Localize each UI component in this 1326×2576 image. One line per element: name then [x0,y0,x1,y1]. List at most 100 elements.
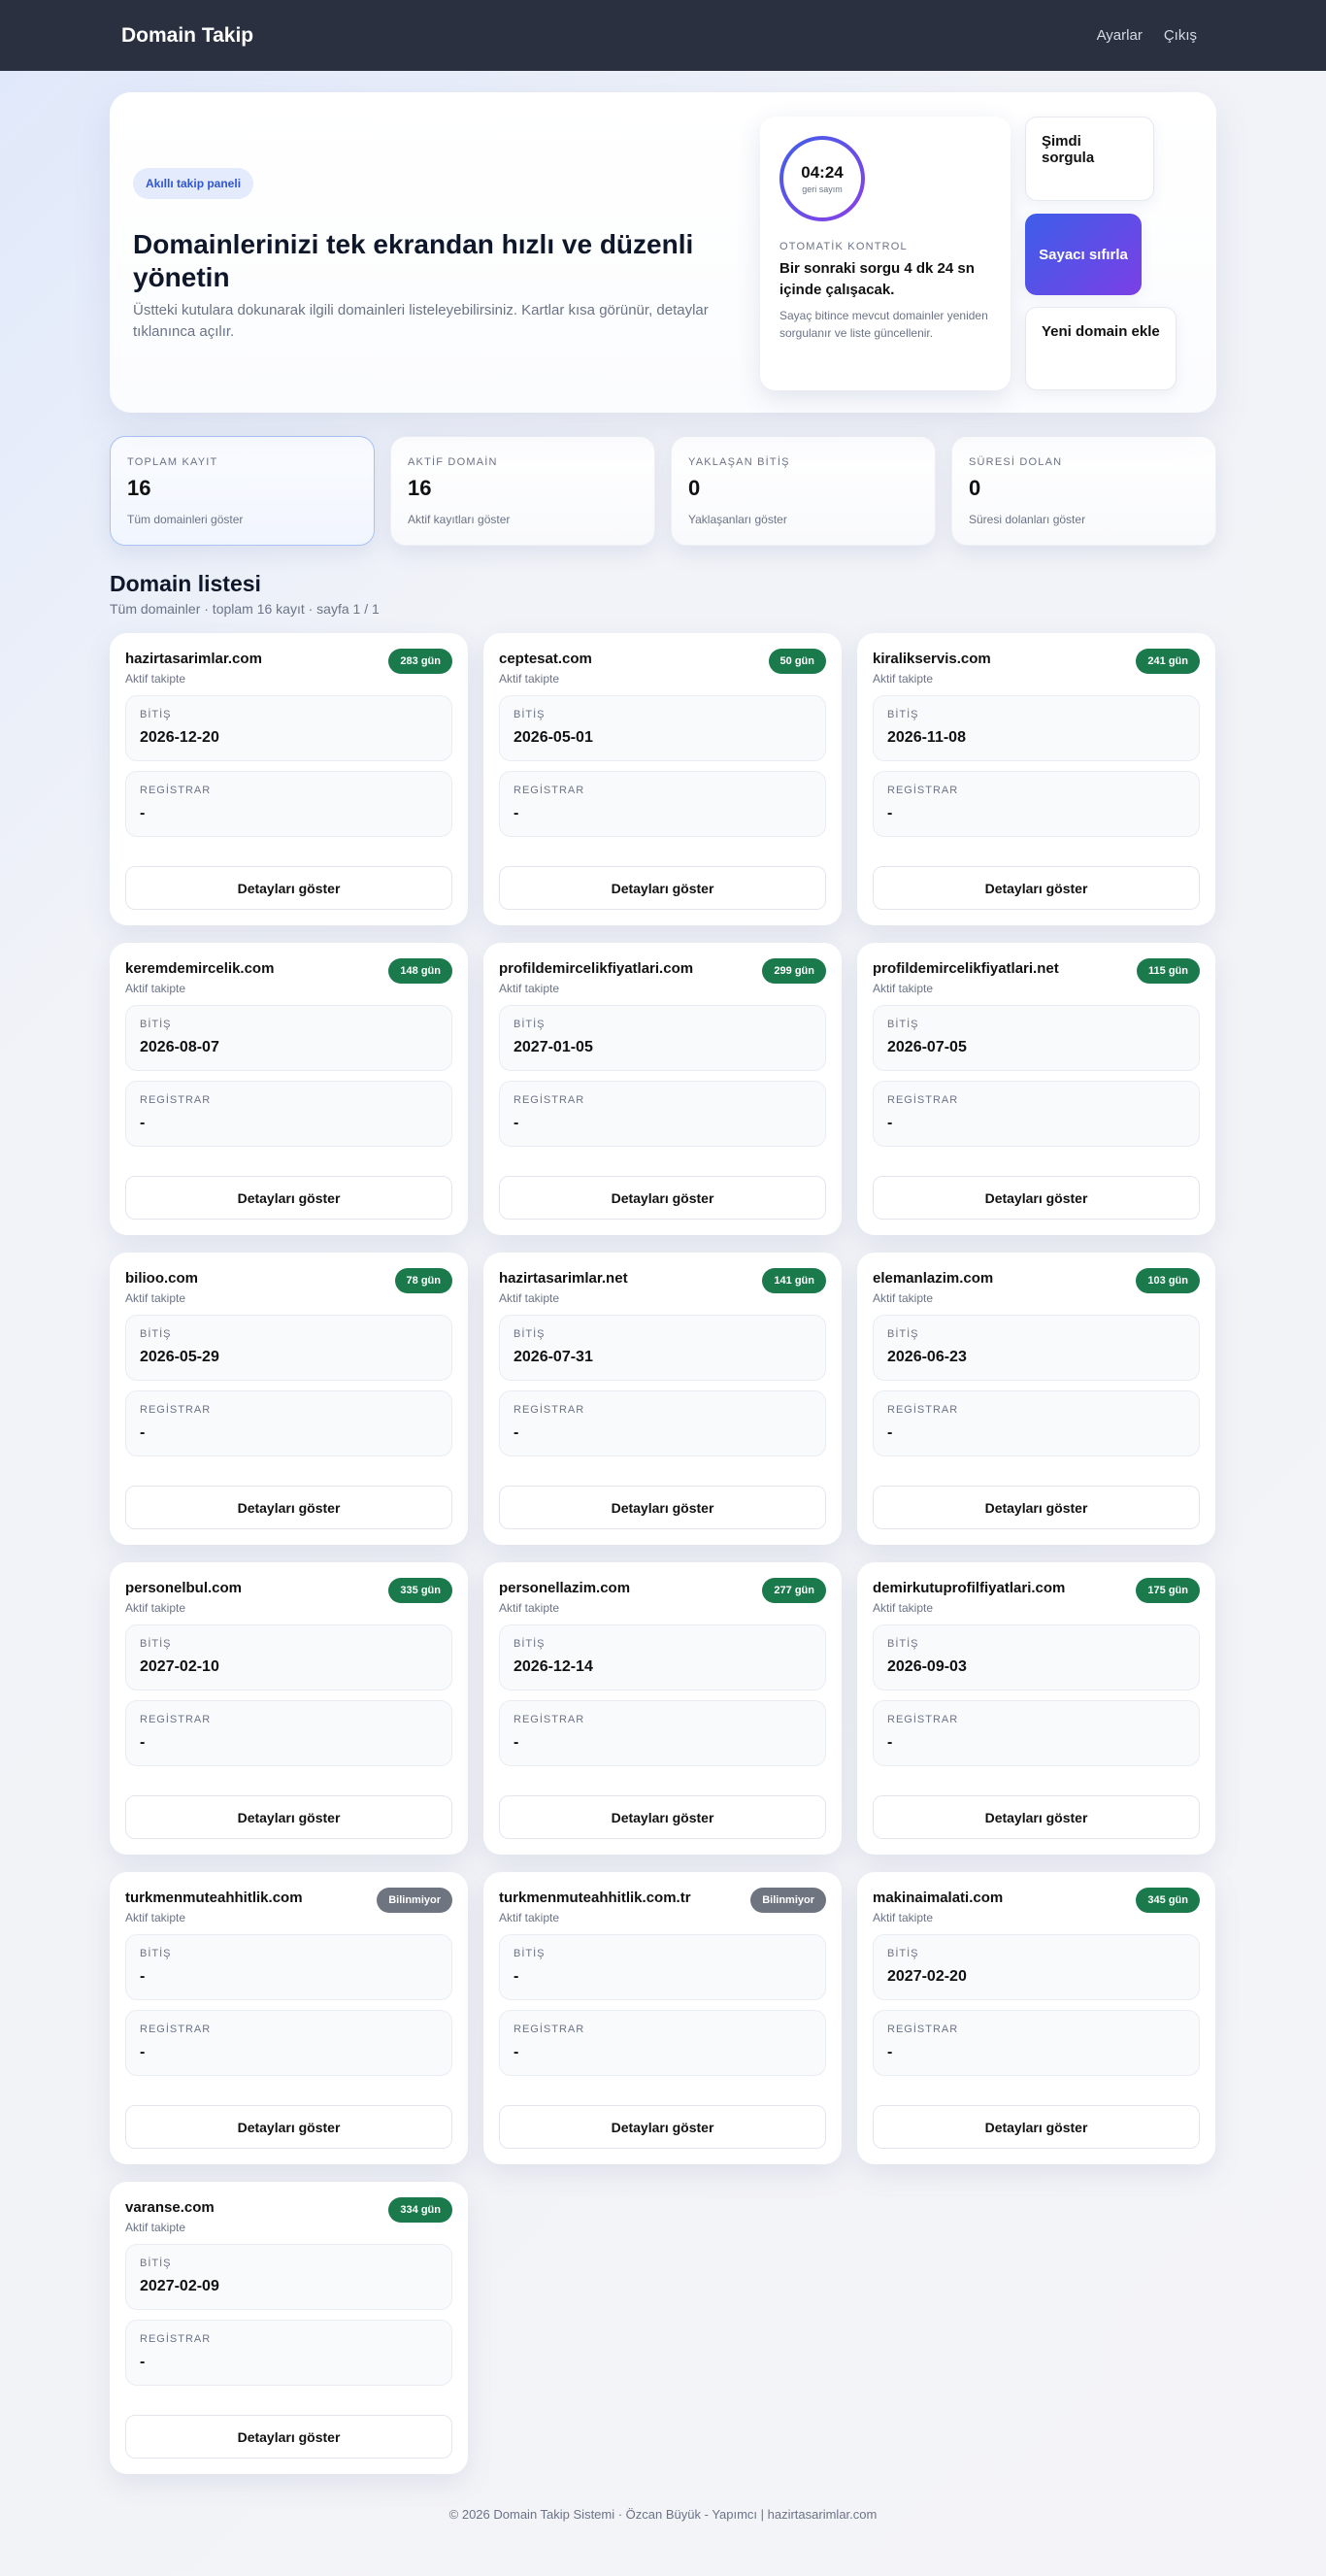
domain-card-header: hazirtasarimlar.net Aktif takipte 141 gün [499,1268,826,1305]
show-details-button[interactable]: Detayları göster [499,1486,826,1529]
domain-info: varanse.com Aktif takipte [125,2197,215,2234]
end-date-value: 2027-02-09 [140,2278,219,2294]
domain-name: personelbul.com [125,1580,243,1596]
registrar-field: REGİSTRAR - [499,1390,826,1456]
end-date-value: - [514,1968,519,1985]
show-details-button[interactable]: Detayları göster [873,1795,1200,1839]
show-details-button[interactable]: Detayları göster [125,1176,452,1220]
end-date-field: BİTİŞ 2026-06-23 [873,1315,1200,1381]
show-details-button[interactable]: Detayları göster [499,866,826,910]
field-label: BİTİŞ [887,709,919,720]
registrar-field: REGİSTRAR - [125,1390,452,1456]
reset-timer-button[interactable]: Sayacı sıfırla [1025,214,1142,295]
end-date-field: BİTİŞ 2026-09-03 [873,1624,1200,1690]
registrar-value: - [140,1734,146,1751]
show-details-button[interactable]: Detayları göster [873,1486,1200,1529]
registrar-value: - [140,1424,146,1441]
registrar-value: - [514,1424,519,1441]
auto-check-note: Sayaç bitince mevcut domainler yeniden s… [779,309,988,340]
show-details-button[interactable]: Detayları göster [499,1795,826,1839]
field-label: BİTİŞ [514,709,546,720]
days-left-badge: 115 gün [1137,958,1200,984]
domain-card: kiralikservis.com Aktif takipte 241 gün BİT… [857,633,1215,925]
field-label: REGİSTRAR [514,785,585,796]
stat-label: SÜRESİ DOLAN [969,456,1063,468]
days-left-badge: 241 gün [1136,649,1200,674]
end-date-field: BİTİŞ 2026-05-01 [499,695,826,761]
show-details-button[interactable]: Detayları göster [125,1486,452,1529]
domain-info: keremdemircelik.com Aktif takipte [125,958,274,995]
domain-card: hazirtasarimlar.com Aktif takipte 283 gün B… [110,633,468,925]
domain-name: ceptesat.com [499,651,592,667]
domain-name: demirkutuprofilfiyatlari.com [873,1580,1066,1596]
end-date-field: BİTİŞ 2026-07-31 [499,1315,826,1381]
stat-label: YAKLAŞAN BİTİŞ [688,456,790,468]
show-details-button[interactable]: Detayları göster [125,2105,452,2149]
domain-info: bilioo.com Aktif takipte [125,1268,198,1305]
registrar-value: - [887,1115,893,1131]
domain-name: hazirtasarimlar.net [499,1270,628,1287]
domain-card-header: elemanlazim.com Aktif takipte 103 gün [873,1268,1200,1305]
days-left-badge: 299 gün [762,958,826,984]
hero-description: Üstteki kutulara dokunarak ilgili domain… [133,302,709,340]
field-label: BİTİŞ [887,1948,919,1959]
domain-card: elemanlazim.com Aktif takipte 103 gün BİTİŞ… [857,1253,1215,1545]
stat-upcoming[interactable]: YAKLAŞAN BİTİŞ 0 Yaklaşanları göster [671,436,936,546]
hero-pill: Akıllı takip paneli [133,168,254,199]
domain-status: Aktif takipte [873,672,934,686]
show-details-button[interactable]: Detayları göster [499,2105,826,2149]
stat-total[interactable]: TOPLAM KAYIT 16 Tüm domainleri göster [110,436,375,546]
field-label: REGİSTRAR [514,1404,585,1416]
field-label: BİTİŞ [514,1948,546,1959]
registrar-value: - [887,1734,893,1751]
query-now-button[interactable]: Şimdi sorgula [1025,117,1154,201]
registrar-field: REGİSTRAR - [125,1081,452,1147]
domain-card: ceptesat.com Aktif takipte 50 gün BİTİŞ 2026… [483,633,842,925]
show-details-button[interactable]: Detayları göster [125,1795,452,1839]
domain-card: turkmenmuteahhitlik.com.tr Aktif takipte B… [483,1872,842,2164]
domain-card-header: ceptesat.com Aktif takipte 50 gün [499,649,826,686]
show-details-button[interactable]: Detayları göster [499,1176,826,1220]
end-date-field: BİTİŞ 2027-02-10 [125,1624,452,1690]
domain-status: Aktif takipte [499,1291,560,1305]
end-date-value: 2026-12-14 [514,1658,593,1675]
nav-logout-link[interactable]: Çıkış [1164,27,1197,44]
registrar-field: REGİSTRAR - [499,1700,826,1766]
show-details-button[interactable]: Detayları göster [125,866,452,910]
hero-intro: Akıllı takip paneli Domainlerinizi tek e… [133,168,715,343]
stat-desc: Yaklaşanları göster [688,513,787,526]
end-date-value: 2027-02-20 [887,1968,967,1985]
end-date-field: BİTİŞ 2027-01-05 [499,1005,826,1071]
days-left-badge: 50 gün [768,649,826,674]
registrar-field: REGİSTRAR - [499,771,826,837]
stat-active[interactable]: AKTİF DOMAİN 16 Aktif kayıtları göster [390,436,655,546]
show-details-button[interactable]: Detayları göster [873,866,1200,910]
end-date-field: BİTİŞ 2026-08-07 [125,1005,452,1071]
stat-value: 0 [688,476,701,500]
field-label: REGİSTRAR [140,2333,212,2345]
auto-check-label: OTOMATİK KONTROL [779,241,908,252]
field-label: REGİSTRAR [140,1404,212,1416]
show-details-button[interactable]: Detayları göster [125,2415,452,2459]
domain-status: Aktif takipte [873,1291,934,1305]
topbar: Domain Takip Ayarlar Çıkış [0,0,1326,71]
domain-status: Aktif takipte [125,672,186,686]
domain-card: varanse.com Aktif takipte 334 gün BİTİŞ 2027… [110,2182,468,2474]
domain-status: Aktif takipte [499,1911,560,1924]
nav-settings-link[interactable]: Ayarlar [1097,27,1143,44]
show-details-button[interactable]: Detayları göster [873,2105,1200,2149]
add-domain-button[interactable]: Yeni domain ekle [1025,307,1177,390]
show-details-button[interactable]: Detayları göster [873,1176,1200,1220]
registrar-value: - [514,2044,519,2060]
stat-expired[interactable]: SÜRESİ DOLAN 0 Süresi dolanları göster [951,436,1216,546]
domain-card-header: hazirtasarimlar.com Aktif takipte 283 gün [125,649,452,686]
stat-label: TOPLAM KAYIT [127,456,218,468]
domain-info: makinaimalati.com Aktif takipte [873,1888,1003,1924]
end-date-value: 2026-12-20 [140,729,219,746]
list-title: Domain listesi [110,571,261,596]
brand-logo[interactable]: Domain Takip [121,24,253,48]
field-label: REGİSTRAR [887,2024,959,2035]
domain-info: elemanlazim.com Aktif takipte [873,1268,993,1305]
days-left-badge: 175 gün [1136,1578,1200,1603]
domain-info: turkmenmuteahhitlik.com Aktif takipte [125,1888,303,1924]
